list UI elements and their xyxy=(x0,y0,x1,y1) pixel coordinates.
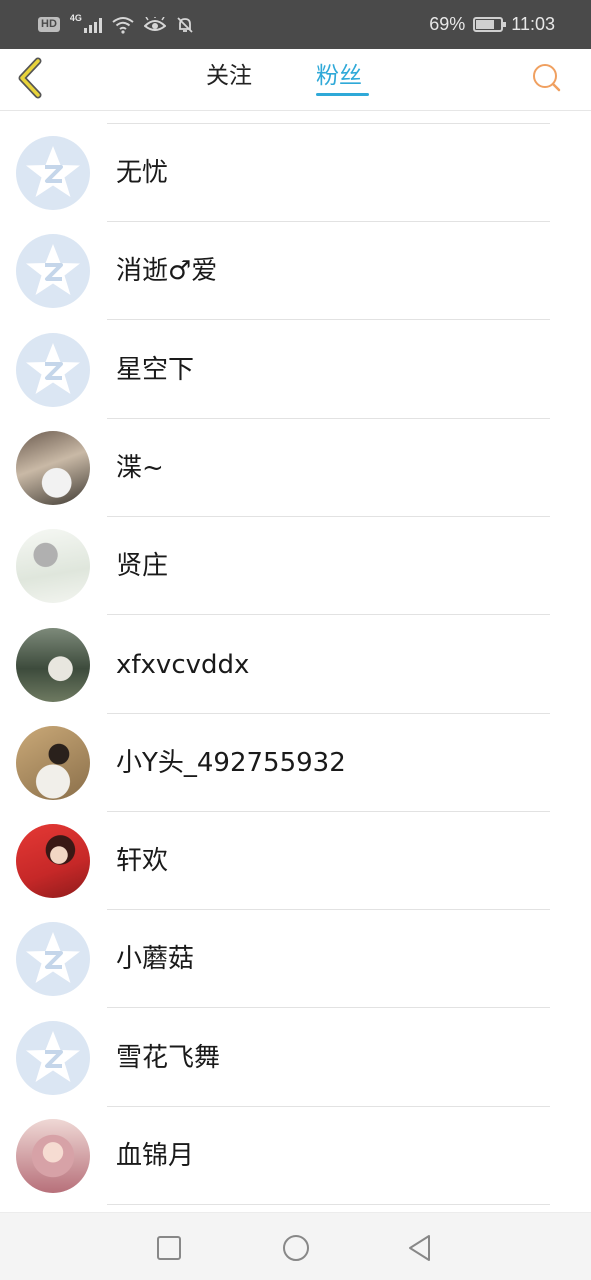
fans-list[interactable]: 无忧消逝♂爱星空下渫~ 贤庄 xfxvcvddx 小Y头_492755932 轩欢小蘑菇… xyxy=(0,111,591,1212)
avatar[interactable] xyxy=(16,824,90,899)
divider xyxy=(107,1204,550,1205)
list-item[interactable]: 贤庄 xyxy=(0,517,591,616)
fan-name: 雪花飞舞 xyxy=(116,1042,221,1073)
list-item[interactable]: 消逝♂爱 xyxy=(0,222,591,321)
fan-name: xfxvcvddx xyxy=(116,649,250,680)
home-icon[interactable] xyxy=(281,1233,311,1263)
tab-fans[interactable]: 粉丝 xyxy=(316,61,362,91)
header: 关注 粉丝 xyxy=(0,49,591,111)
fan-name: 小蘑菇 xyxy=(116,944,195,975)
avatar[interactable] xyxy=(16,1119,90,1193)
battery-percent: 69% xyxy=(429,14,466,34)
avatar[interactable] xyxy=(16,332,90,407)
hd-badge: HD xyxy=(38,17,60,32)
signal-icon: 4G xyxy=(70,13,102,33)
status-right: 69% 11:03 xyxy=(429,14,555,35)
fan-name: 渫~ xyxy=(116,452,164,483)
fan-name: 贤庄 xyxy=(116,551,169,582)
chevron-left-icon[interactable] xyxy=(14,55,48,101)
mute-icon xyxy=(177,16,193,33)
avatar[interactable] xyxy=(16,1020,90,1095)
qq-star-icon xyxy=(26,146,80,197)
avatar[interactable] xyxy=(16,725,90,800)
list-item[interactable]: 星空下 xyxy=(0,321,591,419)
eye-comfort-icon xyxy=(143,16,166,31)
qq-star-icon xyxy=(26,932,80,984)
tab-active-indicator xyxy=(316,93,369,96)
back-icon[interactable] xyxy=(405,1233,435,1263)
clock: 11:03 xyxy=(511,14,555,34)
list-item[interactable]: 血锦月 xyxy=(0,1107,591,1205)
system-nav-bar xyxy=(0,1212,591,1280)
avatar[interactable] xyxy=(16,430,90,505)
fan-name: 血锦月 xyxy=(116,1141,195,1171)
list-item[interactable]: 无忧 xyxy=(0,124,591,222)
list-item[interactable]: 渫~ xyxy=(0,419,591,517)
battery-charging-icon xyxy=(473,17,507,32)
avatar[interactable] xyxy=(16,529,90,604)
avatar[interactable] xyxy=(16,627,90,702)
avatar[interactable] xyxy=(16,136,90,210)
avatar[interactable] xyxy=(16,922,90,997)
avatar[interactable] xyxy=(16,234,90,309)
fan-name: 星空下 xyxy=(116,354,195,385)
qq-star-icon xyxy=(26,244,80,296)
list-item[interactable]: 轩欢 xyxy=(0,812,591,911)
tab-following[interactable]: 关注 xyxy=(206,61,252,91)
recent-apps-icon[interactable] xyxy=(154,1233,184,1263)
wifi-icon xyxy=(112,16,134,34)
fan-name: 消逝♂爱 xyxy=(116,256,218,287)
qq-star-icon xyxy=(26,342,80,394)
status-left: HD 4G xyxy=(38,13,194,34)
fan-name: 小Y头_492755932 xyxy=(116,747,346,778)
list-item[interactable]: xfxvcvddx xyxy=(0,616,591,714)
qq-star-icon xyxy=(26,1030,80,1082)
fan-name: 轩欢 xyxy=(116,846,169,877)
fan-name: 无忧 xyxy=(116,158,169,188)
search-icon[interactable] xyxy=(530,61,564,95)
network-type: 4G xyxy=(69,12,82,23)
list-item[interactable]: 雪花飞舞 xyxy=(0,1009,591,1107)
status-bar: HD 4G 69% 11:03 xyxy=(0,0,591,49)
list-item[interactable]: 小蘑菇 xyxy=(0,910,591,1009)
list-item[interactable]: 小Y头_492755932 xyxy=(0,714,591,812)
